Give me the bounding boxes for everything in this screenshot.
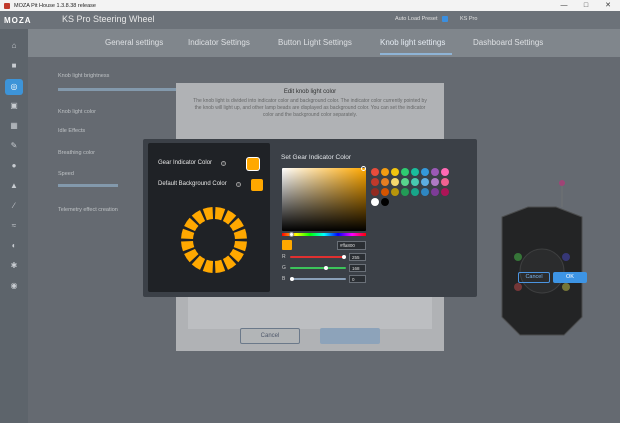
tab-general-settings[interactable]: General settings <box>105 38 163 47</box>
gear-indicator-label: Gear Indicator Color <box>158 160 213 166</box>
palette-swatch[interactable] <box>411 168 419 176</box>
auto-load-preset-checkbox[interactable] <box>442 16 448 22</box>
settings-icon[interactable]: ✱ <box>9 261 19 271</box>
current-color-swatch <box>282 240 292 250</box>
palette-swatch[interactable] <box>371 198 379 206</box>
palette-swatch[interactable] <box>431 168 439 176</box>
palette-swatch[interactable] <box>371 168 379 176</box>
title-bar: MOZA Pit House 1.3.8.38 release — □ ✕ <box>0 0 620 11</box>
default-background-swatch[interactable] <box>251 179 263 191</box>
wheel-icon[interactable]: ◎ <box>5 79 23 95</box>
ring-segment <box>214 259 226 273</box>
palette-swatch[interactable] <box>401 178 409 186</box>
knob-ring-preview <box>181 207 247 273</box>
hue-slider-thumb[interactable] <box>289 232 294 237</box>
dashboard-icon[interactable]: ◐ <box>9 241 19 251</box>
close-button[interactable]: ✕ <box>597 0 619 11</box>
help-icon: ? <box>236 182 241 187</box>
palette-swatch[interactable] <box>421 178 429 186</box>
app-header: MOZA KS Pro Steering Wheel Auto Load Pre… <box>0 11 620 29</box>
palette-swatch[interactable] <box>381 198 389 206</box>
minimize-button[interactable]: — <box>553 0 575 11</box>
ring-segment <box>181 240 195 252</box>
chart-icon[interactable]: ≈ <box>9 221 19 231</box>
pedal-icon[interactable]: ● <box>9 161 19 171</box>
palette-swatch[interactable] <box>391 188 399 196</box>
home-icon[interactable]: ⌂ <box>9 41 19 51</box>
wrench-icon[interactable]: ✎ <box>9 141 19 151</box>
palette-swatch[interactable] <box>441 168 449 176</box>
palette-swatch[interactable] <box>371 178 379 186</box>
tab-indicator-settings[interactable]: Indicator Settings <box>188 38 250 47</box>
green-slider[interactable] <box>290 267 346 269</box>
blue-channel-label: B <box>282 276 286 282</box>
palette-swatch[interactable] <box>421 188 429 196</box>
knob-preview-panel: Gear Indicator Color ? Default Backgroun… <box>148 143 270 292</box>
green-value-input[interactable]: 168 <box>349 264 366 272</box>
palette-swatch[interactable] <box>431 188 439 196</box>
hex-input[interactable]: #ffa800 <box>337 241 366 250</box>
tab-knob-light-settings[interactable]: Knob light settings <box>380 38 445 47</box>
color-cursor[interactable] <box>361 166 366 171</box>
blue-slider-thumb[interactable] <box>290 277 294 281</box>
green-channel-label: G <box>282 265 286 271</box>
app-icon <box>4 2 10 9</box>
palette-swatch[interactable] <box>401 188 409 196</box>
window-title: MOZA Pit House 1.3.8.38 release <box>14 2 96 9</box>
auto-load-preset-label: Auto Load Preset <box>395 16 438 22</box>
ring-segment <box>202 207 214 221</box>
red-channel-label: R <box>282 254 286 260</box>
palette-swatch[interactable] <box>411 188 419 196</box>
camera-icon[interactable]: ■ <box>9 61 19 71</box>
color-palette <box>371 168 457 210</box>
active-tab-indicator <box>380 53 452 55</box>
red-value-input[interactable]: 255 <box>349 253 366 261</box>
red-slider-thumb[interactable] <box>342 255 346 259</box>
help-icon: ? <box>221 161 226 166</box>
palette-swatch[interactable] <box>421 168 429 176</box>
palette-swatch[interactable] <box>391 168 399 176</box>
palette-swatch[interactable] <box>371 188 379 196</box>
hue-slider[interactable] <box>282 233 366 236</box>
default-background-label: Default Background Color <box>158 181 227 187</box>
red-slider[interactable] <box>290 256 346 258</box>
saturation-value-area[interactable] <box>282 168 366 231</box>
brand-logo: MOZA <box>4 15 32 25</box>
palette-swatch[interactable] <box>381 188 389 196</box>
ring-segment <box>214 207 226 221</box>
ring-segment <box>202 259 214 273</box>
color-picker-panel: Set Gear Indicator Color #ffa800 R 255 G… <box>275 139 587 297</box>
device-title: KS Pro Steering Wheel <box>62 14 155 24</box>
palette-swatch[interactable] <box>401 168 409 176</box>
blue-value-input[interactable]: 0 <box>349 275 366 283</box>
picker-title: Set Gear Indicator Color <box>281 154 352 161</box>
palette-swatch[interactable] <box>431 178 439 186</box>
blue-slider[interactable] <box>290 278 346 280</box>
palette-swatch[interactable] <box>441 178 449 186</box>
picker-cancel-button[interactable]: Cancel <box>518 272 550 283</box>
green-slider-thumb[interactable] <box>324 266 329 270</box>
gear-indicator-swatch[interactable] <box>247 158 259 170</box>
tab-dashboard-settings[interactable]: Dashboard Settings <box>473 38 543 47</box>
profile-icon[interactable]: ◉ <box>9 281 19 291</box>
tab-bar: General settings Indicator Settings Butt… <box>28 29 620 57</box>
handbrake-icon[interactable]: ▲ <box>9 181 19 191</box>
ring-segment <box>233 228 247 240</box>
preset-select[interactable]: KS Pro <box>460 16 477 22</box>
shifter-icon[interactable]: ∕ <box>9 201 19 211</box>
tab-button-light-settings[interactable]: Button Light Settings <box>278 38 352 47</box>
palette-swatch[interactable] <box>391 178 399 186</box>
gear-shift-icon[interactable]: ▦ <box>9 121 19 131</box>
sidebar: ⌂ ■ ◎ ▣ ▦ ✎ ● ▲ ∕ ≈ ◐ ✱ ◉ <box>0 29 28 423</box>
maximize-button[interactable]: □ <box>575 0 597 11</box>
ring-segment <box>181 228 195 240</box>
picker-ok-button[interactable]: OK <box>553 272 587 283</box>
color-picker-dialog: Gear Indicator Color ? Default Backgroun… <box>143 139 587 297</box>
palette-swatch[interactable] <box>381 178 389 186</box>
ring-segment <box>233 240 247 252</box>
controller-icon[interactable]: ▣ <box>9 101 19 111</box>
palette-swatch[interactable] <box>381 168 389 176</box>
palette-swatch[interactable] <box>411 178 419 186</box>
palette-swatch[interactable] <box>441 188 449 196</box>
